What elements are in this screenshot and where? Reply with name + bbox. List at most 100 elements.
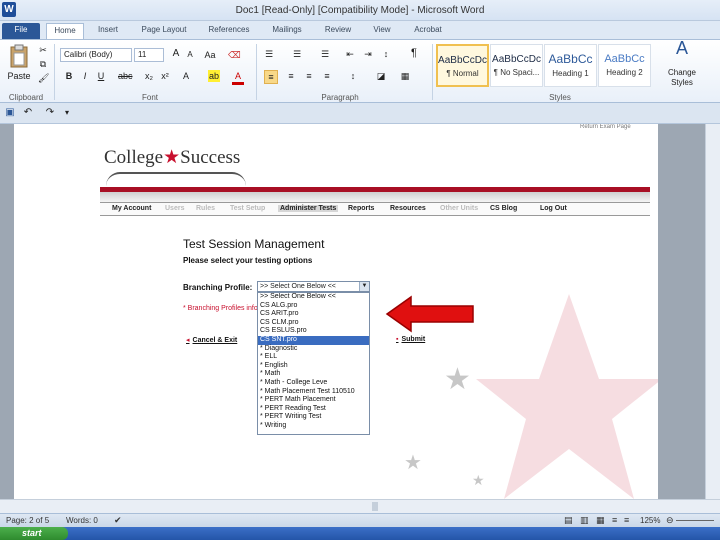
change-styles-button[interactable]: Change Styles (660, 68, 704, 88)
bold-icon[interactable]: B (64, 70, 74, 82)
option-item[interactable]: * Math - College Leve (258, 379, 369, 388)
tab-file[interactable]: File (2, 23, 40, 39)
nav-test-setup[interactable]: Test Setup (230, 205, 265, 212)
subscript-icon[interactable]: x₂ (144, 70, 154, 82)
copy-icon[interactable]: ⧉ (38, 58, 48, 70)
tab-home[interactable]: Home (46, 23, 84, 39)
submit-link[interactable]: ▪ Submit (396, 336, 425, 343)
full-screen-icon[interactable]: ▥ (580, 515, 589, 526)
option-item[interactable]: CS ARIT.pro (258, 310, 369, 319)
shading-icon[interactable]: ◪ (374, 70, 388, 82)
dropdown-arrow-icon[interactable]: ▼ (359, 282, 369, 291)
undo-icon[interactable]: ↶ (22, 107, 34, 119)
sort-icon[interactable]: ↕ (380, 48, 392, 60)
horizontal-scrollbar[interactable] (0, 499, 720, 513)
nav-resources[interactable]: Resources (390, 205, 426, 212)
option-item[interactable]: * PERT Reading Test (258, 405, 369, 414)
word-count[interactable]: Words: 0 (66, 516, 98, 525)
style-normal[interactable]: AaBbCcDc ¶ Normal (436, 44, 489, 87)
option-item[interactable]: * Math Placement Test 110510 (258, 388, 369, 397)
tab-insert[interactable]: Insert (90, 23, 126, 39)
font-size-select[interactable]: 11 (134, 48, 164, 62)
tab-references[interactable]: References (202, 23, 256, 39)
option-item[interactable]: * PERT Writing Test (258, 413, 369, 422)
align-right-icon[interactable]: ≡ (302, 70, 316, 82)
option-item[interactable]: * Math (258, 370, 369, 379)
numbering-icon[interactable]: ☰ (290, 48, 304, 60)
option-item[interactable]: * ELL (258, 353, 369, 362)
style-heading-2[interactable]: AaBbCc Heading 2 (598, 44, 651, 87)
nav-rules[interactable]: Rules (196, 205, 215, 212)
shrink-font-icon[interactable]: A (184, 49, 196, 61)
decrease-indent-icon[interactable]: ⇤ (344, 48, 356, 60)
option-item[interactable]: CS ESLUS.pro (258, 327, 369, 336)
zoom-out-icon[interactable]: ⊖ (666, 515, 674, 526)
option-item[interactable]: * Writing (258, 422, 369, 431)
style-heading-1[interactable]: AaBbCc Heading 1 (544, 44, 597, 87)
customize-qat-icon[interactable]: ▾ (62, 107, 72, 119)
multilevel-list-icon[interactable]: ☰ (318, 48, 332, 60)
redo-icon[interactable]: ↷ (44, 107, 56, 119)
page-count[interactable]: Page: 2 of 5 (6, 516, 49, 525)
line-spacing-icon[interactable]: ↕ (346, 70, 360, 82)
bullets-icon[interactable]: ☰ (262, 48, 276, 60)
tab-mailings[interactable]: Mailings (264, 23, 310, 39)
branching-profile-options[interactable]: >> Select One Below << CS ALG.pro CS ARI… (257, 292, 370, 435)
show-paragraph-marks-icon[interactable]: ¶ (408, 47, 420, 59)
option-item[interactable]: * Diagnostic (258, 345, 369, 354)
clear-formatting-icon[interactable]: ⌫ (228, 49, 241, 61)
underline-icon[interactable]: U (96, 70, 106, 82)
option-item[interactable]: CS ALG.pro (258, 302, 369, 311)
font-family-select[interactable]: Calibri (Body) (60, 48, 132, 62)
justify-icon[interactable]: ≡ (320, 70, 334, 82)
proofing-icon[interactable]: ✔ (114, 515, 122, 526)
cancel-exit-link[interactable]: ◂ Cancel & Exit (186, 336, 237, 344)
option-item-selected[interactable]: CS SNT.pro (258, 335, 369, 345)
outline-icon[interactable]: ≡ (612, 515, 617, 525)
nav-users[interactable]: Users (165, 205, 184, 212)
paste-icon[interactable] (8, 44, 30, 68)
web-layout-icon[interactable]: ▦ (596, 515, 605, 526)
branching-profile-select[interactable]: >> Select One Below << ▼ (257, 281, 370, 292)
tab-acrobat[interactable]: Acrobat (406, 23, 450, 39)
format-painter-icon[interactable]: 🖌 (38, 72, 49, 84)
change-case-icon[interactable]: Aa (204, 49, 216, 61)
nav-administer-tests[interactable]: Administer Tests (278, 205, 339, 212)
option-item[interactable]: CS CLM.pro (258, 319, 369, 328)
align-left-icon[interactable]: ≡ (264, 70, 278, 84)
option-item[interactable]: * English (258, 362, 369, 371)
change-styles-icon[interactable]: A (664, 39, 700, 57)
cut-icon[interactable]: ✂ (38, 44, 48, 56)
style-no-spacing[interactable]: AaBbCcDc ¶ No Spaci... (490, 44, 543, 87)
superscript-icon[interactable]: x² (160, 70, 170, 82)
nav-my-account[interactable]: My Account (112, 205, 151, 212)
tab-page-layout[interactable]: Page Layout (134, 23, 194, 39)
print-layout-icon[interactable]: ▤ (564, 515, 573, 526)
borders-icon[interactable]: ▦ (398, 70, 412, 82)
nav-cs-blog[interactable]: CS Blog (490, 205, 517, 212)
scroll-thumb[interactable] (372, 502, 378, 511)
tab-review[interactable]: Review (318, 23, 358, 39)
zoom-slider[interactable] (676, 520, 714, 521)
option-item[interactable]: >> Select One Below << (258, 293, 369, 302)
save-icon[interactable]: ▣ (4, 107, 16, 119)
start-button[interactable]: start (0, 527, 68, 540)
vertical-scrollbar[interactable] (705, 124, 720, 500)
font-color-icon[interactable]: A (232, 70, 244, 85)
nav-other-units[interactable]: Other Units (440, 205, 478, 212)
grow-font-icon[interactable]: A (170, 48, 182, 60)
nav-reports[interactable]: Reports (348, 205, 374, 212)
zoom-level[interactable]: 125% (640, 516, 660, 525)
draft-icon[interactable]: ≡ (624, 515, 629, 525)
strikethrough-icon[interactable]: abc (118, 70, 133, 82)
italic-icon[interactable]: I (80, 70, 90, 82)
return-link[interactable]: Return Exam Page (580, 124, 631, 130)
tab-view[interactable]: View (366, 23, 398, 39)
increase-indent-icon[interactable]: ⇥ (362, 48, 374, 60)
paste-button[interactable]: Paste (4, 70, 34, 82)
text-effects-icon[interactable]: A (180, 70, 192, 82)
branching-profiles-note[interactable]: * Branching Profiles info (183, 305, 258, 312)
nav-log-out[interactable]: Log Out (540, 205, 567, 212)
option-item[interactable]: * PERT Math Placement (258, 396, 369, 405)
highlight-color-icon[interactable]: ab (208, 70, 220, 82)
